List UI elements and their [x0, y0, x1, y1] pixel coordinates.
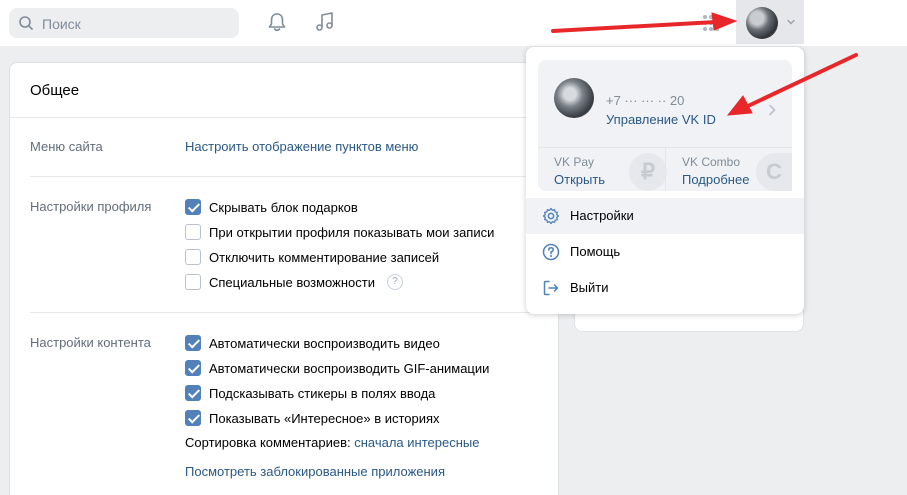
phone-number: +7 ··· ··· ·· 20 [606, 93, 685, 108]
music-icon[interactable] [314, 11, 336, 33]
comment-sort-row: Сортировка комментариев: сначала интерес… [185, 435, 479, 450]
profile-settings-label: Настройки профиля [30, 199, 152, 214]
menu-item-help[interactable]: Помощь [526, 234, 804, 270]
site-menu-label: Меню сайта [30, 139, 103, 154]
avatar [554, 78, 594, 118]
checkbox-disable-comments[interactable]: Отключить комментирование записей [185, 248, 439, 266]
divider [10, 117, 558, 118]
checkbox[interactable] [185, 360, 201, 376]
checkbox-sticker-hints[interactable]: Подсказывать стикеры в полях ввода [185, 384, 435, 402]
search-icon [19, 16, 33, 30]
checkbox[interactable] [185, 385, 201, 401]
logout-icon [543, 280, 559, 296]
chevron-right-icon [769, 104, 776, 116]
settings-card: Общее Меню сайта Настроить отображение п… [9, 62, 559, 495]
checkbox[interactable] [185, 274, 201, 290]
apps-grid-icon[interactable] [702, 14, 720, 32]
ruble-icon: ₽ [629, 153, 667, 191]
divider [30, 176, 538, 177]
vk-combo-more-link[interactable]: Подробнее [682, 172, 749, 187]
checkbox-hide-gifts[interactable]: Скрывать блок подарков [185, 198, 358, 216]
checkbox-interesting-stories[interactable]: Показывать «Интересное» в историях [185, 409, 440, 427]
menu-item-settings[interactable]: Настройки [526, 198, 804, 234]
help-icon[interactable]: ? [386, 274, 403, 290]
page-title: Общее [30, 82, 80, 99]
vk-pay-title: VK Pay [554, 155, 595, 169]
checkbox[interactable] [185, 249, 201, 265]
divider [30, 312, 538, 313]
checkbox-autoplay-gif[interactable]: Автоматически воспроизводить GIF-анимаци… [185, 359, 489, 377]
checkbox-accessibility[interactable]: Специальные возможности ? [185, 273, 403, 291]
checkbox-show-my-posts[interactable]: При открытии профиля показывать мои запи… [185, 223, 494, 241]
vk-pay-open-link[interactable]: Открыть [554, 172, 605, 187]
manage-vk-id-link[interactable]: Управление VK ID [606, 112, 716, 127]
help-circle-icon [542, 243, 560, 261]
top-bar: Поиск [0, 0, 907, 46]
blocked-apps-link[interactable]: Посмотреть заблокированные приложения [185, 464, 445, 479]
vk-combo-title: VK Combo [682, 155, 741, 169]
checkbox-autoplay-video[interactable]: Автоматически воспроизводить видео [185, 334, 440, 352]
chevron-down-icon[interactable] [786, 17, 796, 27]
bell-icon[interactable] [266, 11, 288, 33]
vk-id-card[interactable]: +7 ··· ··· ·· 20 Управление VK ID VK Pay… [538, 60, 792, 191]
checkbox[interactable] [185, 335, 201, 351]
menu-item-logout[interactable]: Выйти [526, 270, 804, 306]
search-box[interactable]: Поиск [9, 8, 239, 38]
gear-icon [542, 207, 560, 225]
menu-item-label: Помощь [570, 244, 621, 259]
comment-sort-select[interactable]: сначала интересные [354, 435, 479, 450]
search-input[interactable]: Поиск [42, 16, 81, 32]
menu-item-label: Выйти [570, 280, 609, 295]
checkbox[interactable] [185, 224, 201, 240]
combo-icon: C [756, 153, 792, 191]
comment-sort-label: Сортировка комментариев: [185, 435, 351, 450]
profile-dropdown: +7 ··· ··· ·· 20 Управление VK ID VK Pay… [526, 47, 804, 314]
checkbox[interactable] [185, 410, 201, 426]
checkbox[interactable] [185, 199, 201, 215]
avatar[interactable] [746, 7, 778, 39]
menu-item-label: Настройки [570, 208, 634, 223]
configure-menu-link[interactable]: Настроить отображение пунктов меню [185, 139, 418, 154]
content-settings-label: Настройки контента [30, 335, 151, 350]
